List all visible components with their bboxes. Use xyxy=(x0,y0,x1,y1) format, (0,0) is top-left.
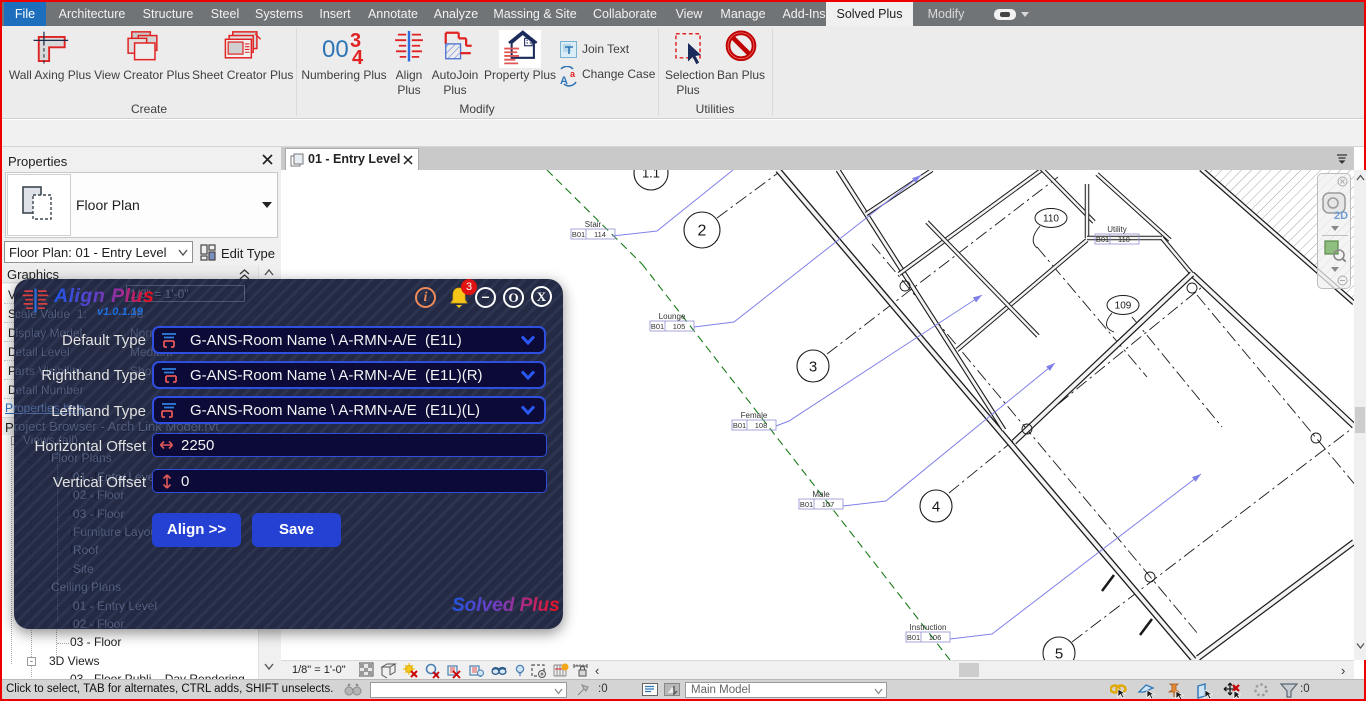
svg-text:Instruction: Instruction xyxy=(910,623,947,632)
svg-text:B01: B01 xyxy=(733,421,746,430)
svg-text:109: 109 xyxy=(1115,301,1132,312)
svg-text:108: 108 xyxy=(755,421,768,430)
svg-text:A: A xyxy=(560,75,568,87)
svg-text:B01: B01 xyxy=(572,230,585,239)
svg-text:B01: B01 xyxy=(800,500,813,509)
svg-text:110: 110 xyxy=(1118,235,1130,244)
svg-text:Stair: Stair xyxy=(585,220,602,229)
svg-text:5: 5 xyxy=(1055,645,1063,660)
svg-text:B01: B01 xyxy=(1096,235,1109,244)
svg-text:Male: Male xyxy=(812,490,830,499)
svg-text:1.1: 1.1 xyxy=(642,170,660,181)
svg-text:4: 4 xyxy=(932,498,940,515)
svg-text:Utility: Utility xyxy=(1107,225,1127,234)
svg-text:B01: B01 xyxy=(651,322,664,331)
svg-text:B01: B01 xyxy=(907,633,920,642)
svg-text:2: 2 xyxy=(698,223,707,240)
svg-text:3: 3 xyxy=(809,358,817,375)
svg-text:106: 106 xyxy=(929,633,942,642)
svg-text:107: 107 xyxy=(822,500,835,509)
svg-text:105: 105 xyxy=(673,322,686,331)
svg-text:a: a xyxy=(570,69,576,79)
svg-text:110: 110 xyxy=(1043,214,1059,225)
svg-text:Lounge: Lounge xyxy=(659,312,686,321)
svg-text:Female: Female xyxy=(741,411,768,420)
svg-text:114: 114 xyxy=(594,230,606,239)
